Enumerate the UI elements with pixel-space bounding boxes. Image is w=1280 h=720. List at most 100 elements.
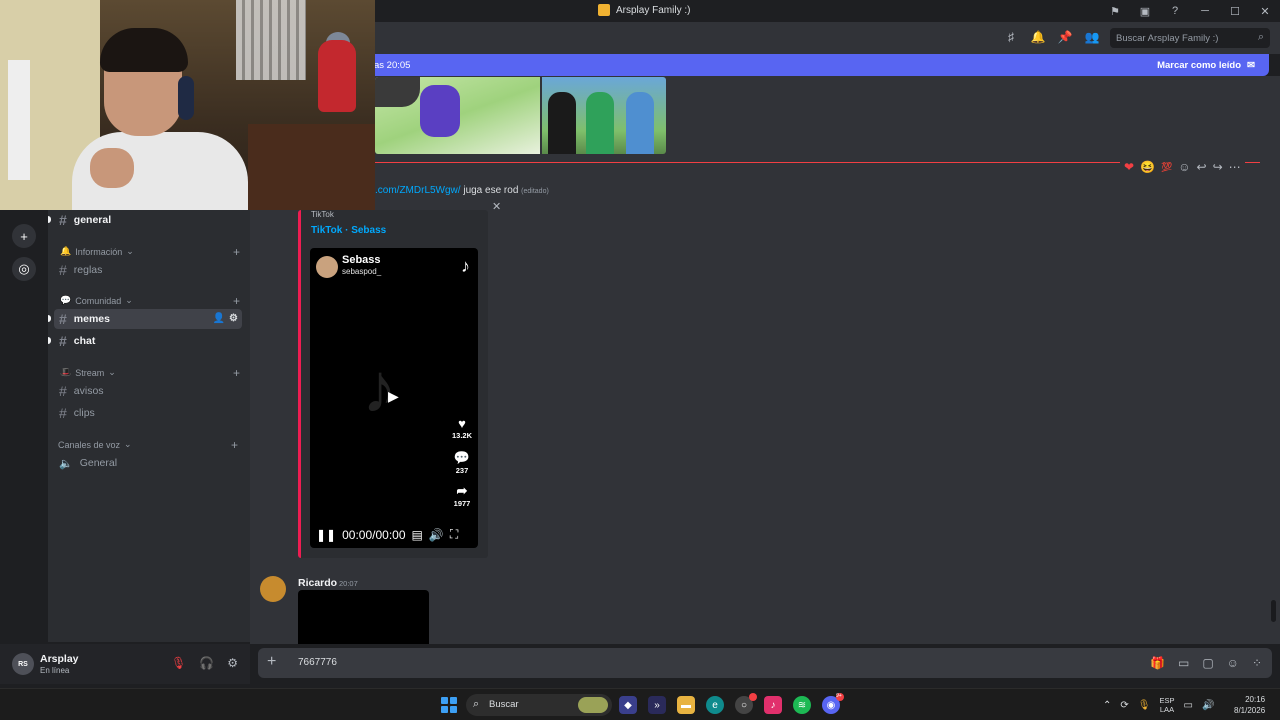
fullscreen-icon[interactable]: ⛶	[450, 527, 458, 542]
heart-reaction-icon[interactable]: ❤	[1124, 160, 1134, 174]
grin-reaction-icon[interactable]: 😆	[1140, 160, 1155, 174]
more-icon[interactable]: ⋯	[1229, 160, 1241, 174]
heart-icon[interactable]: ♥	[458, 416, 466, 431]
scrollbar-thumb[interactable]	[1271, 600, 1276, 622]
message-link[interactable]: .com/ZMDrL5Wgw/	[375, 185, 461, 196]
add-channel-icon[interactable]: +	[233, 245, 240, 259]
gear-icon[interactable]: ⚙	[227, 656, 238, 670]
add-reaction-icon[interactable]: ☺	[1178, 160, 1190, 174]
pin-icon[interactable]: 📌	[1057, 29, 1073, 45]
tiktok-logo-icon: ♪	[461, 256, 470, 276]
folder-icon[interactable]: ▬	[677, 696, 695, 714]
glove-shape	[420, 85, 460, 137]
discord-icon[interactable]: ◉ 9+	[822, 693, 844, 714]
cartoon-image-1[interactable]	[375, 77, 540, 154]
composer-text[interactable]: 7667776	[298, 657, 337, 668]
captions-icon[interactable]: ▤	[412, 528, 423, 542]
headphones-icon[interactable]: 🎧	[199, 656, 214, 670]
taskbar-search[interactable]: ⌕ Buscar	[466, 694, 612, 716]
shares-stat: ➦ 1977	[450, 483, 474, 508]
mic-muted-icon[interactable]: 🎙	[171, 656, 186, 670]
tiktok-app-icon[interactable]: ♪	[764, 696, 782, 714]
hundred-reaction-icon[interactable]: 💯	[1161, 162, 1172, 173]
bell-icon[interactable]: 🔔	[1030, 29, 1046, 45]
embed-author[interactable]: TikTok · Sebass	[311, 225, 386, 236]
sticker-icon[interactable]: ▢	[1202, 656, 1213, 670]
maximize-button[interactable]: ☐	[1220, 0, 1250, 22]
search-input[interactable]: Buscar Arsplay Family :) ⌕	[1110, 28, 1270, 48]
play-icon[interactable]: ▶	[388, 388, 399, 405]
gear-icon[interactable]: ⚙	[229, 313, 238, 324]
channel-chat[interactable]: # chat	[48, 331, 242, 351]
vscode-alt-icon[interactable]: ◆	[619, 696, 637, 714]
reply-icon[interactable]: ↩	[1197, 160, 1207, 174]
voice-channel-general[interactable]: 🔈 General	[54, 453, 242, 473]
taskbar-apps: ◆ » ▬ e ○ ♪ ≋ ◉ 9+	[619, 693, 844, 714]
search-icon: ⌕	[473, 698, 480, 710]
channel-clips[interactable]: # clips	[54, 403, 242, 423]
threads-icon[interactable]: ♯	[1003, 29, 1019, 45]
language-indicator[interactable]: ESP LAA	[1159, 696, 1174, 714]
attach-icon[interactable]: +	[267, 653, 276, 671]
add-channel-icon[interactable]: +	[233, 366, 240, 380]
gif-icon[interactable]: ▭	[1178, 656, 1189, 670]
mark-as-read-button[interactable]: Marcar como leído ✉	[1157, 60, 1255, 71]
mic-tray-icon[interactable]: 🎙	[1138, 700, 1151, 711]
emoji-icon[interactable]: ☺	[1227, 656, 1239, 670]
video-player[interactable]: Sebass sebaspod_ ♪ ♪ ▶ ♥ 13.2K 💬 237 ➦ 1…	[310, 248, 478, 548]
edge-icon[interactable]: e	[706, 696, 724, 714]
category-canales-de-voz[interactable]: Canales de voz ⌄ +	[58, 438, 238, 452]
minimize-button[interactable]: ─	[1190, 0, 1220, 22]
comment-icon[interactable]: 💬	[454, 450, 470, 466]
add-channel-icon[interactable]: +	[231, 438, 238, 452]
channel-list: # general 🔔 Información ⌄ + # reglas 💬 C…	[48, 210, 250, 642]
members-icon[interactable]: 👥	[1084, 29, 1100, 45]
share-icon[interactable]: ➦	[457, 483, 468, 499]
video-time: 00:00/00:00	[342, 527, 406, 542]
add-channel-icon[interactable]: +	[233, 294, 240, 308]
message-composer[interactable]: + 7667776 🎁 ▭ ▢ ☺ ⁘	[258, 648, 1272, 678]
forward-icon[interactable]: ↪	[1213, 160, 1223, 174]
category-comunidad[interactable]: 💬 Comunidad ⌄ +	[60, 294, 240, 308]
category-stream[interactable]: 🎩 Stream ⌄ +	[60, 366, 240, 380]
channel-label: avisos	[73, 385, 104, 397]
channel-memes[interactable]: # memes 👤 ⚙	[48, 309, 242, 329]
cartoon-figure	[626, 92, 654, 154]
clock[interactable]: 20:16 8/1/2026	[1234, 694, 1265, 716]
github-icon[interactable]: ○	[735, 693, 757, 714]
network-icon[interactable]: ▭	[1184, 700, 1193, 711]
windows-start-icon[interactable]	[441, 697, 457, 713]
sync-icon[interactable]: ⟳	[1120, 700, 1128, 711]
pause-icon[interactable]: ❚❚	[316, 528, 336, 542]
category-label: Información	[75, 246, 123, 257]
chevron-up-icon[interactable]: ⌃	[1103, 700, 1111, 711]
video-attachment[interactable]	[298, 590, 429, 644]
screen-icon[interactable]: ▣	[1130, 0, 1160, 22]
window-controls: ⚑ ▣ ? ─ ☐ ✕	[1100, 0, 1280, 22]
avatar[interactable]	[260, 576, 286, 602]
invite-icon[interactable]: 👤	[213, 313, 225, 324]
terminal-icon[interactable]: »	[648, 696, 666, 714]
apps-icon[interactable]: ⁘	[1252, 656, 1262, 670]
volume-icon[interactable]: 🔊	[429, 528, 444, 542]
close-icon[interactable]: ✕	[492, 200, 501, 213]
unread-indicator	[48, 216, 51, 223]
close-button[interactable]: ✕	[1250, 0, 1280, 22]
help-icon[interactable]: ?	[1160, 0, 1190, 22]
gift-icon[interactable]: 🎁	[1150, 656, 1165, 670]
message-author[interactable]: Ricardo	[298, 577, 337, 589]
avatar[interactable]: RS	[12, 653, 34, 675]
flag-icon[interactable]: ⚑	[1100, 0, 1130, 22]
add-server-icon[interactable]: +	[12, 224, 36, 248]
cartoon-image-2[interactable]	[542, 77, 666, 154]
channel-general[interactable]: # general	[48, 210, 242, 230]
spotify-icon[interactable]: ≋	[793, 696, 811, 714]
webcam-whiteboard	[8, 60, 30, 180]
hat-icon: 🎩	[60, 367, 72, 377]
volume-icon[interactable]: 🔊	[1202, 700, 1214, 711]
new-messages-bar[interactable]: as 20:05 Marcar como leído ✉	[250, 54, 1269, 76]
channel-reglas[interactable]: # reglas	[54, 260, 242, 280]
category-informacion[interactable]: 🔔 Información ⌄ +	[60, 245, 240, 259]
channel-avisos[interactable]: # avisos	[54, 381, 242, 401]
explore-icon[interactable]: ◎	[12, 257, 36, 281]
